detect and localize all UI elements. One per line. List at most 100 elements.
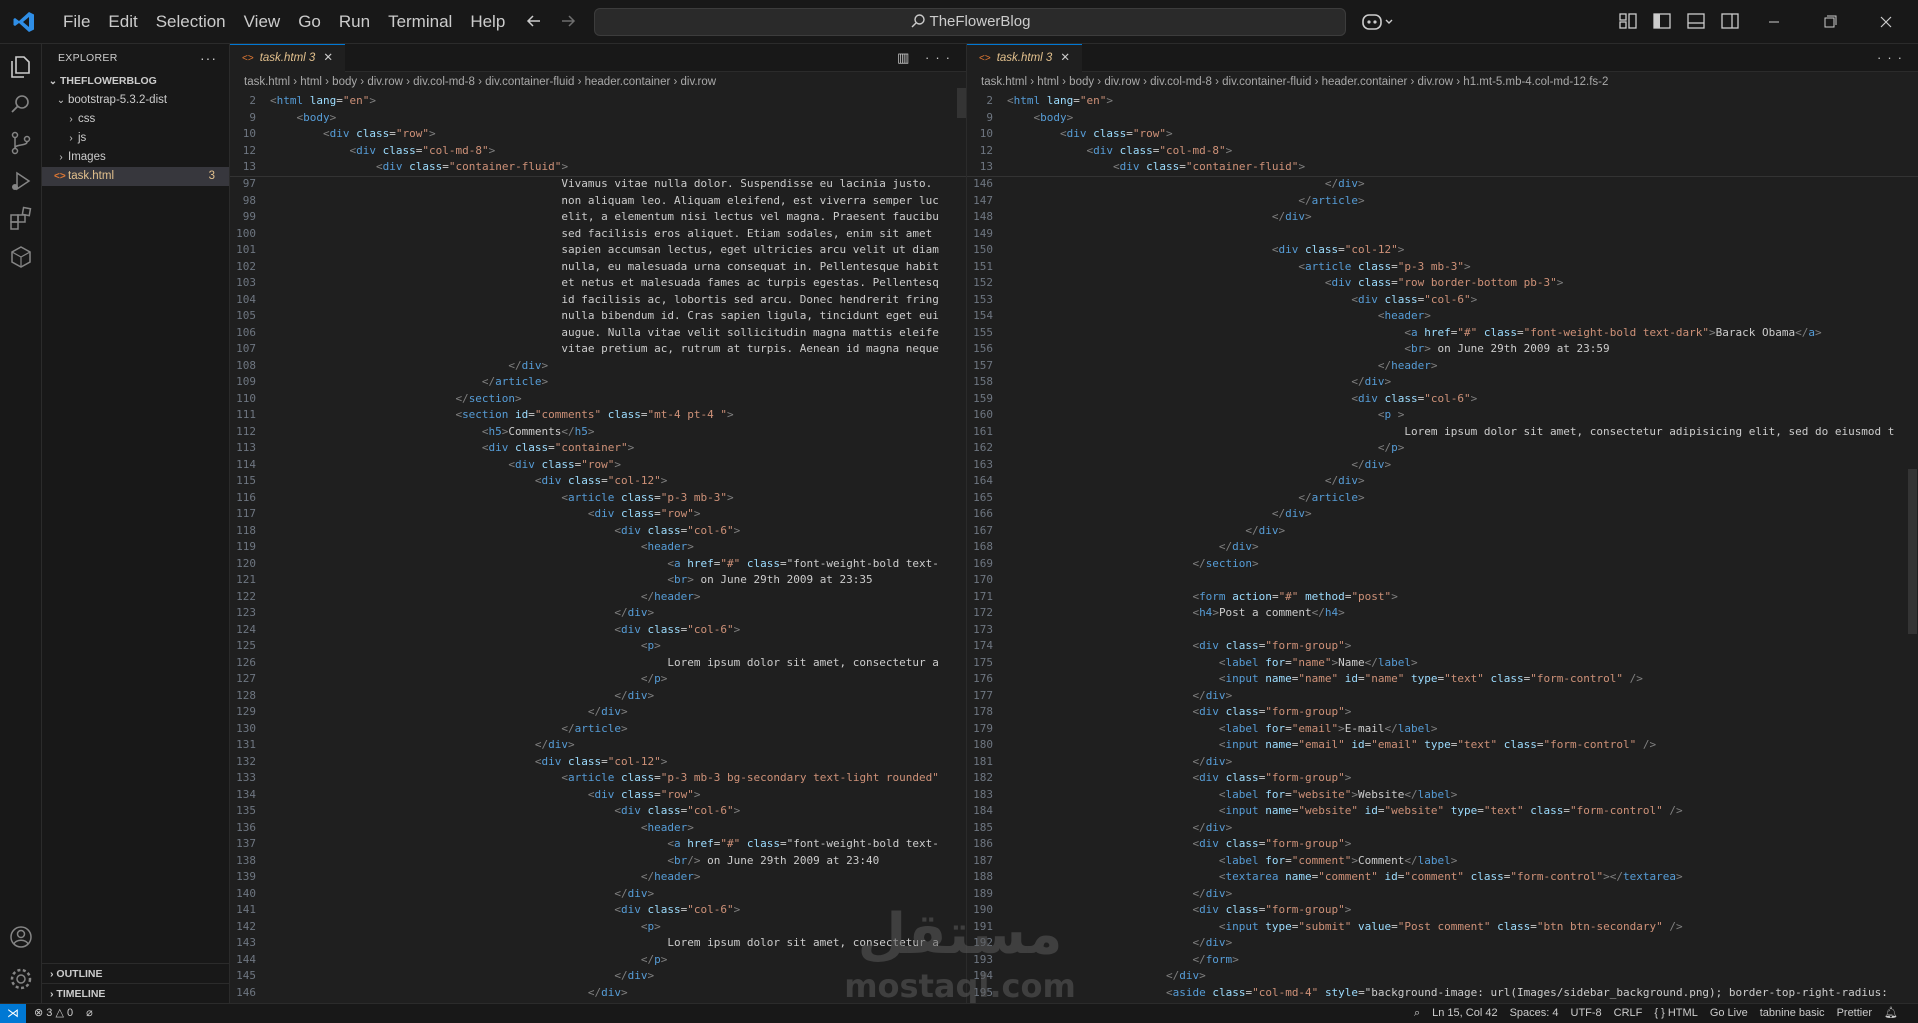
forward-arrow-icon[interactable] — [558, 11, 578, 31]
code-line[interactable]: 148 </div> — [967, 209, 1918, 226]
code-line[interactable]: 190 <div class="form-group"> — [967, 902, 1918, 919]
project-root[interactable]: ⌄ THEFLOWERBLOG — [42, 72, 229, 91]
outline-section[interactable]: › OUTLINE — [42, 963, 230, 983]
breadcrumb[interactable]: task.html › html › body › div.row › div.… — [967, 72, 1918, 93]
menu-terminal[interactable]: Terminal — [379, 0, 461, 44]
code-line[interactable]: 98 non aliquam leo. Aliquam eleifend, es… — [230, 193, 966, 210]
code-line[interactable]: 102 nulla, eu malesuada urna consequat i… — [230, 259, 966, 276]
split-editor-icon[interactable]: ▥ ··· — [897, 44, 956, 72]
code-line[interactable]: 185 </div> — [967, 820, 1918, 837]
menu-run[interactable]: Run — [330, 0, 379, 44]
tab-task-html-left[interactable]: <> task.html 3 ✕ — [230, 44, 345, 72]
code-line[interactable]: 129 </div> — [230, 704, 966, 721]
tabnine-status[interactable]: tabnine basic — [1760, 1004, 1825, 1023]
code-line[interactable]: 117 <div class="row"> — [230, 506, 966, 523]
prettier-status[interactable]: Prettier — [1837, 1004, 1872, 1023]
minimize-icon[interactable] — [1746, 0, 1802, 44]
code-line[interactable]: 108 </div> — [230, 358, 966, 375]
code-line[interactable]: 183 <label for="website">Website</label> — [967, 787, 1918, 804]
code-line[interactable]: 109 </article> — [230, 374, 966, 391]
code-line[interactable]: 106 augue. Nulla vitae velit sollicitudi… — [230, 325, 966, 342]
code-line[interactable]: 181 </div> — [967, 754, 1918, 771]
code-line[interactable]: 161 Lorem ipsum dolor sit amet, consecte… — [967, 424, 1918, 441]
more-actions-icon[interactable]: ··· — [200, 44, 217, 72]
code-line[interactable]: 173 — [967, 622, 1918, 639]
zoom-icon[interactable]: ⌕ — [1414, 1004, 1420, 1023]
code-line[interactable]: 138 <br/> on June 29th 2009 at 23:40 — [230, 853, 966, 870]
code-line[interactable]: 187 <label for="comment">Comment</label> — [967, 853, 1918, 870]
code-line[interactable]: 135 <div class="col-6"> — [230, 803, 966, 820]
close-icon[interactable] — [1858, 0, 1914, 44]
code-line[interactable]: 125 <p> — [230, 638, 966, 655]
timeline-section[interactable]: › TIMELINE — [42, 983, 230, 1003]
tab-close-icon[interactable]: ✕ — [323, 52, 333, 64]
code-line[interactable]: 179 <label for="email">E-mail</label> — [967, 721, 1918, 738]
more-actions-icon[interactable]: ··· — [1877, 44, 1908, 72]
code-line[interactable]: 114 <div class="row"> — [230, 457, 966, 474]
extensions-icon[interactable] — [8, 206, 34, 232]
folder-bootstrap[interactable]: ⌄ bootstrap-5.3.2-dist — [42, 91, 229, 110]
code-line[interactable]: 151 <article class="p-3 mb-3"> — [967, 259, 1918, 276]
code-area-left[interactable]: 97 Vivamus vitae nulla dolor. Suspendiss… — [230, 176, 966, 1003]
breadcrumb[interactable]: task.html › html › body › div.row › div.… — [230, 72, 966, 93]
code-line[interactable]: 118 <div class="col-6"> — [230, 523, 966, 540]
restore-icon[interactable] — [1802, 0, 1858, 44]
code-line[interactable]: 152 <div class="row border-bottom pb-3"> — [967, 275, 1918, 292]
code-line[interactable]: 163 </div> — [967, 457, 1918, 474]
code-line[interactable]: 119 <header> — [230, 539, 966, 556]
code-line[interactable]: 12 <div class="col-md-8"> — [967, 143, 1918, 160]
code-line[interactable]: 130 </article> — [230, 721, 966, 738]
code-line[interactable]: 127 </p> — [230, 671, 966, 688]
code-line[interactable]: 159 <div class="col-6"> — [967, 391, 1918, 408]
code-line[interactable]: 160 <p > — [967, 407, 1918, 424]
toggle-panel-icon[interactable] — [1686, 11, 1706, 31]
line-ending[interactable]: CRLF — [1614, 1004, 1643, 1023]
folder-css[interactable]: › css — [42, 110, 229, 129]
code-line[interactable]: 157 </header> — [967, 358, 1918, 375]
menu-help[interactable]: Help — [461, 0, 514, 44]
language-mode[interactable]: { } HTML — [1654, 1004, 1697, 1023]
code-line[interactable]: 194 </div> — [967, 968, 1918, 985]
code-line[interactable]: 176 <input name="name" id="name" type="t… — [967, 671, 1918, 688]
code-line[interactable]: 2 <html lang="en"> — [967, 93, 1918, 110]
code-line[interactable]: 155 <a href="#" class="font-weight-bold … — [967, 325, 1918, 342]
customize-layout-icon[interactable] — [1618, 11, 1638, 31]
toggle-secondary-sidebar-icon[interactable] — [1720, 11, 1740, 31]
code-line[interactable]: 2 <html lang="en"> — [230, 93, 966, 110]
go-live-button[interactable]: Go Live — [1710, 1004, 1748, 1023]
code-line[interactable]: 105 nulla bibendum id. Cras sapien ligul… — [230, 308, 966, 325]
code-line[interactable]: 128 </div> — [230, 688, 966, 705]
explorer-files-icon[interactable] — [8, 54, 34, 80]
code-line[interactable]: 164 </div> — [967, 473, 1918, 490]
indentation[interactable]: Spaces: 4 — [1510, 1004, 1559, 1023]
code-line[interactable]: 134 <div class="row"> — [230, 787, 966, 804]
code-line[interactable]: 131 </div> — [230, 737, 966, 754]
code-line[interactable]: 104 id facilisis ac, lobortis sed arcu. … — [230, 292, 966, 309]
code-line[interactable]: 195 <aside class="col-md-4" style="backg… — [967, 985, 1918, 1002]
code-line[interactable]: 186 <div class="form-group"> — [967, 836, 1918, 853]
code-line[interactable]: 116 <article class="p-3 mb-3"> — [230, 490, 966, 507]
back-arrow-icon[interactable] — [524, 11, 544, 31]
notifications-bell-icon[interactable]: 🔔︎ — [1884, 1004, 1898, 1023]
code-line[interactable]: 123 </div> — [230, 605, 966, 622]
code-line[interactable]: 171 <form action="#" method="post"> — [967, 589, 1918, 606]
code-line[interactable]: 193 </form> — [967, 952, 1918, 969]
code-line[interactable]: 178 <div class="form-group"> — [967, 704, 1918, 721]
code-line[interactable]: 189 </div> — [967, 886, 1918, 903]
code-line[interactable]: 111 <section id="comments" class="mt-4 p… — [230, 407, 966, 424]
code-line[interactable]: 154 <header> — [967, 308, 1918, 325]
menu-go[interactable]: Go — [289, 0, 330, 44]
code-line[interactable]: 13 <div class="container-fluid"> — [967, 159, 1918, 176]
folder-js[interactable]: › js — [42, 129, 229, 148]
code-line[interactable]: 174 <div class="form-group"> — [967, 638, 1918, 655]
code-line[interactable]: 107 vitae pretium ac, rutrum at turpis. … — [230, 341, 966, 358]
source-control-icon[interactable] — [8, 130, 34, 156]
tab-close-icon[interactable]: ✕ — [1060, 52, 1070, 64]
code-line[interactable]: 13 <div class="container-fluid"> — [230, 159, 966, 176]
code-line[interactable]: 137 <a href="#" class="font-weight-bold … — [230, 836, 966, 853]
folder-images[interactable]: › Images — [42, 148, 229, 167]
encoding[interactable]: UTF-8 — [1571, 1004, 1602, 1023]
scrollbar-right[interactable] — [1908, 469, 1917, 634]
code-line[interactable]: 99 elit, a elementum nisi lectus vel mag… — [230, 209, 966, 226]
remote-explorer-icon[interactable] — [8, 244, 34, 270]
